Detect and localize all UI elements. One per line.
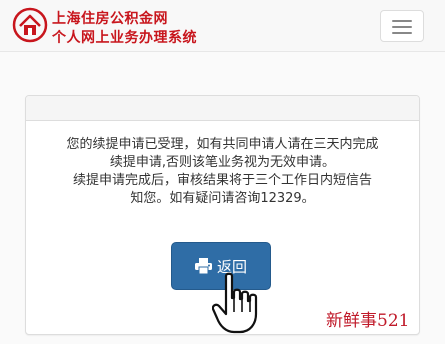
message-line: 您的续提申请已受理，如有共同申请人请在三天内完成: [66, 137, 379, 152]
house-logo-icon[interactable]: [12, 7, 48, 43]
brand-title: 上海住房公积金网: [52, 11, 168, 27]
printer-icon: [194, 258, 212, 274]
message-line: 续提申请,否则该笔业务视为无效申请。: [109, 155, 336, 170]
top-navbar: 上海住房公积金网 个人网上业务办理系统: [0, 0, 445, 52]
message-line: 续提申请完成后，审核结果将于三个工作日内短信告: [72, 173, 372, 188]
status-message: 您的续提申请已受理，如有共同申请人请在三天内完成 续提申请,否则该笔业务视为无效…: [36, 136, 409, 208]
hamburger-menu-icon: [392, 26, 412, 28]
hamburger-menu-icon: [392, 32, 412, 34]
menu-toggle-button[interactable]: [380, 10, 424, 42]
watermark: 新鲜事521: [326, 311, 410, 331]
panel-heading: [26, 96, 419, 121]
hand-pointer-cursor-icon: [212, 272, 258, 334]
brand-subtitle: 个人网上业务办理系统: [52, 30, 197, 46]
message-line: 知您。如有疑问请咨询12329。: [130, 191, 315, 206]
hamburger-menu-icon: [392, 20, 412, 22]
